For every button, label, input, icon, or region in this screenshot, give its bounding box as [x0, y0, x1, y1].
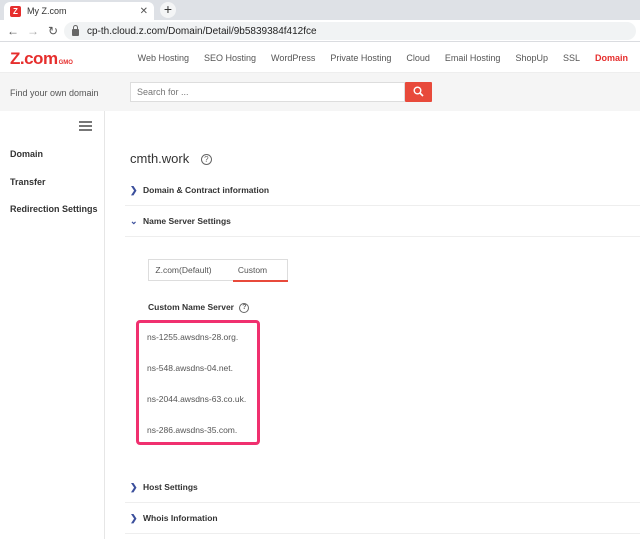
section-name-server[interactable]: ⌄ Name Server Settings: [125, 206, 640, 237]
section-host-settings[interactable]: ❯ Host Settings: [125, 472, 640, 503]
name-server-2: ns-548.awsdns-04.net.: [147, 363, 233, 373]
section-label: Domain & Contract information: [143, 185, 270, 195]
lock-icon: [72, 24, 79, 36]
new-tab-button[interactable]: +: [160, 2, 176, 18]
zcom-favicon-icon: Z: [10, 5, 21, 17]
nav-web-hosting[interactable]: Web Hosting: [138, 53, 189, 63]
zcom-logo[interactable]: Z.com GMO: [10, 49, 73, 68]
sidebar: Domain Transfer Redirection Settings: [0, 111, 105, 539]
sidebar-item-transfer[interactable]: Transfer: [10, 177, 46, 187]
main-content: cmth.work ? ❯ Domain & Contract informat…: [105, 111, 640, 539]
chevron-right-icon: ❯: [130, 184, 138, 195]
nav-shopup[interactable]: ShopUp: [515, 53, 548, 63]
browser-toolbar: ← → ↻ cp-th.cloud.z.com/Domain/Detail/9b…: [0, 20, 640, 42]
help-icon[interactable]: ?: [239, 303, 250, 313]
help-icon[interactable]: ?: [200, 154, 212, 165]
name-server-4: ns-286.awsdns-35.com.: [147, 425, 238, 435]
site-header: Z.com GMO Web Hosting SEO Hosting WordPr…: [0, 42, 640, 73]
section-label: Name Server Settings: [143, 216, 231, 226]
section-whois[interactable]: ❯ Whois Information: [125, 503, 640, 534]
logo-main: Z.com: [10, 49, 58, 68]
browser-tab[interactable]: Z My Z.com ✕: [4, 2, 154, 20]
nav-domain[interactable]: Domain: [595, 53, 628, 63]
logo-sub: GMO: [58, 60, 73, 66]
back-arrow-icon[interactable]: ←: [6, 24, 20, 38]
reload-icon[interactable]: ↻: [46, 24, 60, 38]
chevron-right-icon: ❯: [130, 512, 138, 523]
sidebar-item-domain[interactable]: Domain: [10, 149, 43, 159]
nav-wordpress[interactable]: WordPress: [271, 53, 315, 63]
sidebar-item-redirection-settings[interactable]: Redirection Settings: [10, 204, 98, 214]
section-domain-contract[interactable]: ❯ Domain & Contract information: [125, 175, 640, 206]
tab-custom[interactable]: Custom: [218, 260, 287, 280]
name-server-1: ns-1255.awsdns-28.org.: [147, 332, 239, 342]
chevron-right-icon: ❯: [130, 481, 138, 492]
nav-ssl[interactable]: SSL: [563, 53, 580, 63]
active-tab-indicator: [233, 280, 288, 282]
ns-mode-tabs: Z.com(Default) Custom: [148, 259, 288, 281]
search-button[interactable]: [405, 82, 432, 102]
chevron-down-icon: ⌄: [130, 215, 138, 226]
address-bar[interactable]: cp-th.cloud.z.com/Domain/Detail/9b583938…: [64, 22, 636, 40]
domain-search-input[interactable]: [130, 82, 405, 102]
nav-seo-hosting[interactable]: SEO Hosting: [204, 53, 256, 63]
name-server-3: ns-2044.awsdns-63.co.uk.: [147, 394, 247, 404]
custom-name-server-label: Custom Name Server ?: [148, 302, 250, 314]
custom-ns-label-text: Custom Name Server: [148, 302, 234, 312]
hamburger-menu-icon[interactable]: [79, 121, 92, 133]
section-label: Host Settings: [143, 482, 198, 492]
search-icon: [413, 86, 424, 97]
find-domain-label: Find your own domain: [10, 88, 99, 98]
nav-cloud[interactable]: Cloud: [406, 53, 430, 63]
domain-name: cmth.work: [130, 151, 190, 166]
url-text: cp-th.cloud.z.com/Domain/Detail/9b583938…: [87, 25, 317, 37]
nav-private-hosting[interactable]: Private Hosting: [330, 53, 391, 63]
page-title: cmth.work ?: [130, 151, 212, 166]
browser-tabbar: Z My Z.com ✕ +: [0, 0, 640, 20]
section-label: Whois Information: [143, 513, 218, 523]
tab-title: My Z.com: [27, 6, 67, 16]
close-tab-icon[interactable]: ✕: [140, 6, 148, 17]
forward-arrow-icon[interactable]: →: [26, 24, 40, 38]
domain-search-bar: Find your own domain: [0, 73, 640, 111]
nav-email-hosting[interactable]: Email Hosting: [445, 53, 501, 63]
tab-zcom-default[interactable]: Z.com(Default): [149, 260, 218, 280]
top-nav: Web Hosting SEO Hosting WordPress Privat…: [123, 42, 628, 73]
